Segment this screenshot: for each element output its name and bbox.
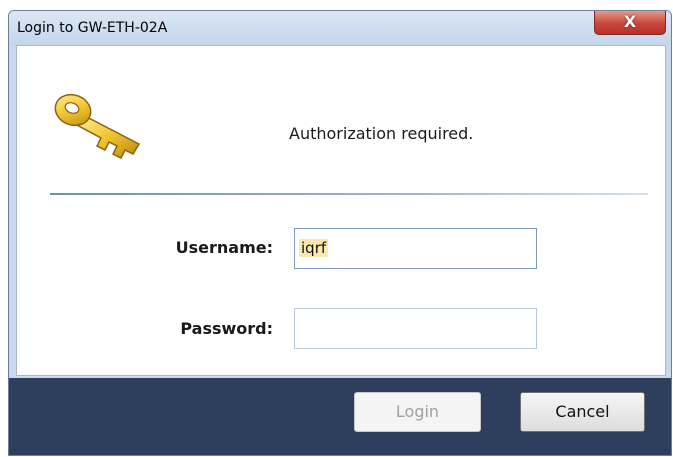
divider	[50, 193, 648, 195]
dialog-body: Authorization required. Username: iqrf P…	[16, 45, 666, 376]
key-icon	[54, 93, 141, 160]
authorization-message: Authorization required.	[289, 124, 474, 143]
login-button[interactable]: Login	[354, 392, 481, 432]
username-label: Username:	[175, 238, 273, 257]
close-button[interactable]: X	[594, 11, 666, 35]
username-field[interactable]: iqrf	[294, 228, 537, 269]
username-value: iqrf	[299, 239, 329, 257]
window-title: Login to GW-ETH-02A	[17, 20, 168, 36]
cancel-button[interactable]: Cancel	[520, 392, 645, 432]
title-bar[interactable]: Login to GW-ETH-02A X	[9, 11, 671, 45]
password-field[interactable]	[294, 308, 537, 349]
login-dialog: Login to GW-ETH-02A X Authorization requ…	[8, 10, 672, 456]
password-label: Password:	[180, 319, 273, 338]
button-bar: Login Cancel	[9, 378, 671, 455]
close-icon: X	[623, 12, 637, 31]
